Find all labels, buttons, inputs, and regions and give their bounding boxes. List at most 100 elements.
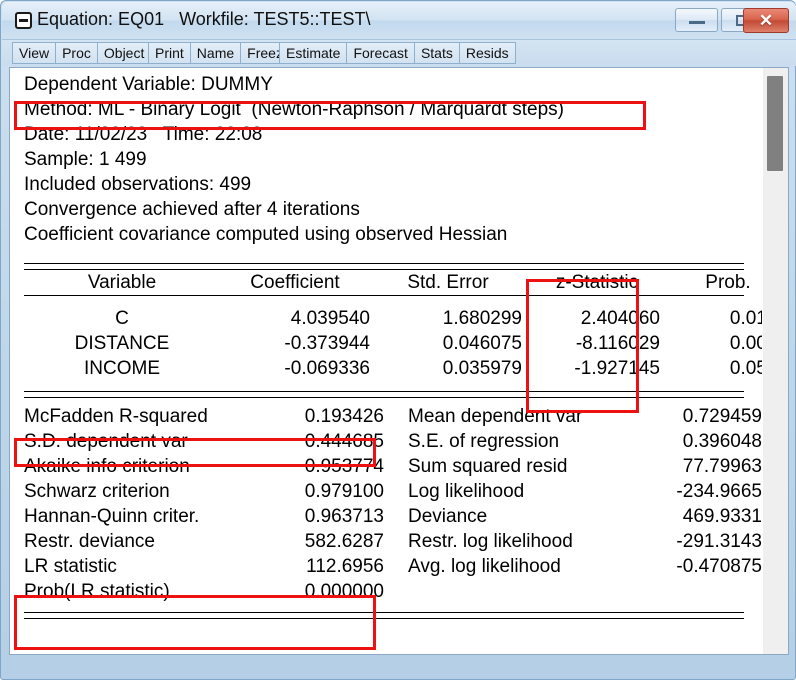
stat-label-left: S.D. dependent var bbox=[24, 431, 188, 452]
cell-variable: C bbox=[115, 308, 129, 329]
table-row: Restr. deviance 582.6287 Restr. log like… bbox=[24, 529, 766, 554]
coefficient-rows: C 4.039540 1.680299 2.404060 0.0162 DIST… bbox=[24, 306, 788, 381]
col-header-coefficient: Coefficient bbox=[250, 272, 340, 293]
stat-label-right: Restr. log likelihood bbox=[408, 531, 573, 552]
cell-variable: DISTANCE bbox=[74, 333, 170, 354]
table-row: Akaike info criterion 0.953774 Sum squar… bbox=[24, 454, 766, 479]
spacer-coef-rows bbox=[24, 296, 744, 306]
toolbar-button-estimate[interactable]: Estimate bbox=[279, 42, 347, 64]
stat-value-left: 0.000000 bbox=[304, 581, 384, 602]
spacer-before-coef-table bbox=[24, 247, 744, 263]
toolbar-button-forecast[interactable]: Forecast bbox=[346, 42, 414, 64]
cell-coefficient: 4.039540 bbox=[290, 308, 370, 329]
cell-std-error: 0.046075 bbox=[442, 333, 522, 354]
stat-label-left: McFadden R-squared bbox=[24, 406, 208, 427]
stat-label-left: Restr. deviance bbox=[24, 531, 155, 552]
coef-table-header-row: Variable Coefficient Std. Error z-Statis… bbox=[24, 270, 788, 295]
table-row: Prob(LR statistic) 0.000000 bbox=[24, 579, 766, 604]
stat-label-right: Deviance bbox=[408, 506, 488, 527]
rule-above-stats bbox=[24, 391, 744, 398]
toolbar-button-proc[interactable]: Proc bbox=[55, 42, 97, 64]
cell-std-error: 0.035979 bbox=[442, 358, 522, 379]
rule-bottom bbox=[24, 612, 744, 619]
header-line-convergence: Convergence achieved after 4 iterations bbox=[24, 199, 360, 220]
toolbar-button-name[interactable]: Name bbox=[189, 42, 241, 64]
equation-window: Equation: EQ01 Workfile: TEST5::TEST\ ✕ … bbox=[0, 0, 796, 680]
stat-value-right: 0.396048 bbox=[682, 431, 762, 452]
scrollbar-thumb[interactable] bbox=[767, 76, 783, 171]
header-line-sample: Sample: 1 499 bbox=[24, 149, 147, 170]
table-row: LR statistic 112.6956 Avg. log likelihoo… bbox=[24, 554, 766, 579]
cell-coefficient: -0.373944 bbox=[284, 333, 370, 354]
stat-value-right bbox=[634, 579, 766, 604]
stat-label-left: LR statistic bbox=[24, 556, 117, 577]
toolbar-button-view[interactable]: View bbox=[12, 42, 56, 64]
header-line-included-obs: Included observations: 499 bbox=[24, 174, 252, 195]
table-row: INCOME -0.069336 0.035979 -1.927145 0.05… bbox=[24, 356, 788, 381]
stat-value-right: 0.729459 bbox=[682, 406, 762, 427]
stat-value-left: 0.444685 bbox=[304, 431, 384, 452]
toolbar-button-resids[interactable]: Resids bbox=[458, 42, 516, 64]
rule-below-coef-header bbox=[24, 295, 744, 296]
close-icon: ✕ bbox=[758, 11, 774, 30]
cell-z-statistic: -8.116029 bbox=[575, 333, 660, 354]
table-row: Hannan-Quinn criter. 0.963713 Deviance 4… bbox=[24, 504, 766, 529]
col-header-z-statistic: z-Statistic bbox=[555, 272, 639, 293]
toolbar: View Proc Object Print Name Freeze Estim… bbox=[2, 39, 796, 66]
stat-value-left: 0.953774 bbox=[304, 456, 384, 477]
report-paper: Dependent Variable: DUMMY Method: ML - B… bbox=[10, 68, 788, 654]
stat-label-right: Mean dependent var bbox=[408, 406, 583, 427]
stat-label-left: Hannan-Quinn criter. bbox=[24, 506, 200, 527]
stat-value-left: 582.6287 bbox=[304, 531, 384, 552]
window-title: Equation: EQ01 Workfile: TEST5::TEST\ bbox=[37, 9, 371, 29]
stat-label-left: Akaike info criterion bbox=[24, 456, 190, 477]
header-line-dependent-variable: Dependent Variable: DUMMY bbox=[24, 74, 273, 95]
table-row: C 4.039540 1.680299 2.404060 0.0162 bbox=[24, 306, 788, 331]
stat-value-left: 0.963713 bbox=[304, 506, 384, 527]
coefficient-table: Variable Coefficient Std. Error z-Statis… bbox=[24, 270, 788, 295]
stat-value-right: -291.3143 bbox=[676, 531, 762, 552]
header-line-covariance: Coefficient covariance computed using ob… bbox=[24, 224, 508, 245]
stat-label-left: Prob(LR statistic) bbox=[24, 581, 170, 602]
spacer-bottom bbox=[24, 604, 744, 612]
stat-label-right: Sum squared resid bbox=[408, 456, 568, 477]
cell-std-error: 1.680299 bbox=[442, 308, 522, 329]
header-line-date-time: Date: 11/02/23 Time: 22:08 bbox=[24, 124, 263, 145]
rule-above-coef-header bbox=[24, 263, 744, 270]
stat-value-left: 0.193426 bbox=[304, 406, 384, 427]
stat-value-right: 77.79963 bbox=[682, 456, 762, 477]
stat-value-left: 0.979100 bbox=[304, 481, 384, 502]
col-header-std-error: Std. Error bbox=[407, 272, 489, 293]
cell-z-statistic: 2.404060 bbox=[580, 308, 660, 329]
stat-label-right: Avg. log likelihood bbox=[408, 556, 561, 577]
header-line-method: Method: ML - Binary Logit (Newton-Raphso… bbox=[24, 99, 564, 120]
close-button[interactable]: ✕ bbox=[743, 8, 789, 33]
equation-icon bbox=[15, 12, 32, 29]
stat-value-right: -0.470875 bbox=[676, 556, 762, 577]
output-pane: Dependent Variable: DUMMY Method: ML - B… bbox=[9, 67, 789, 655]
toolbar-button-stats[interactable]: Stats bbox=[413, 42, 459, 64]
regression-output: Dependent Variable: DUMMY Method: ML - B… bbox=[24, 72, 788, 619]
toolbar-group-estimate: Estimate Forecast Stats Resids bbox=[279, 42, 516, 64]
toolbar-group-view: View Proc Object bbox=[12, 42, 152, 64]
vertical-scrollbar[interactable] bbox=[762, 68, 788, 654]
cell-coefficient: -0.069336 bbox=[284, 358, 370, 379]
stat-value-right: -234.9665 bbox=[676, 481, 762, 502]
stat-value-left: 112.6956 bbox=[306, 556, 384, 577]
toolbar-button-print[interactable]: Print bbox=[148, 42, 190, 64]
stat-label-left: Schwarz criterion bbox=[24, 481, 170, 502]
cell-variable: INCOME bbox=[84, 358, 160, 379]
stat-value-right: 469.9331 bbox=[682, 506, 762, 527]
table-row: Schwarz criterion 0.979100 Log likelihoo… bbox=[24, 479, 766, 504]
toolbar-button-object[interactable]: Object bbox=[96, 42, 152, 64]
spacer-after-coef-rows bbox=[24, 381, 744, 391]
cell-z-statistic: -1.927145 bbox=[574, 358, 660, 379]
stat-label-right: S.E. of regression bbox=[408, 431, 560, 452]
col-header-variable: Variable bbox=[87, 272, 157, 293]
toolbar-group-print: Print Name Freeze bbox=[148, 42, 298, 64]
minimize-button[interactable] bbox=[675, 8, 718, 32]
table-row: S.D. dependent var 0.444685 S.E. of regr… bbox=[24, 429, 766, 454]
table-row: McFadden R-squared 0.193426 Mean depende… bbox=[24, 404, 766, 429]
stat-label-right: Log likelihood bbox=[408, 481, 525, 502]
table-row: DISTANCE -0.373944 0.046075 -8.116029 0.… bbox=[24, 331, 788, 356]
